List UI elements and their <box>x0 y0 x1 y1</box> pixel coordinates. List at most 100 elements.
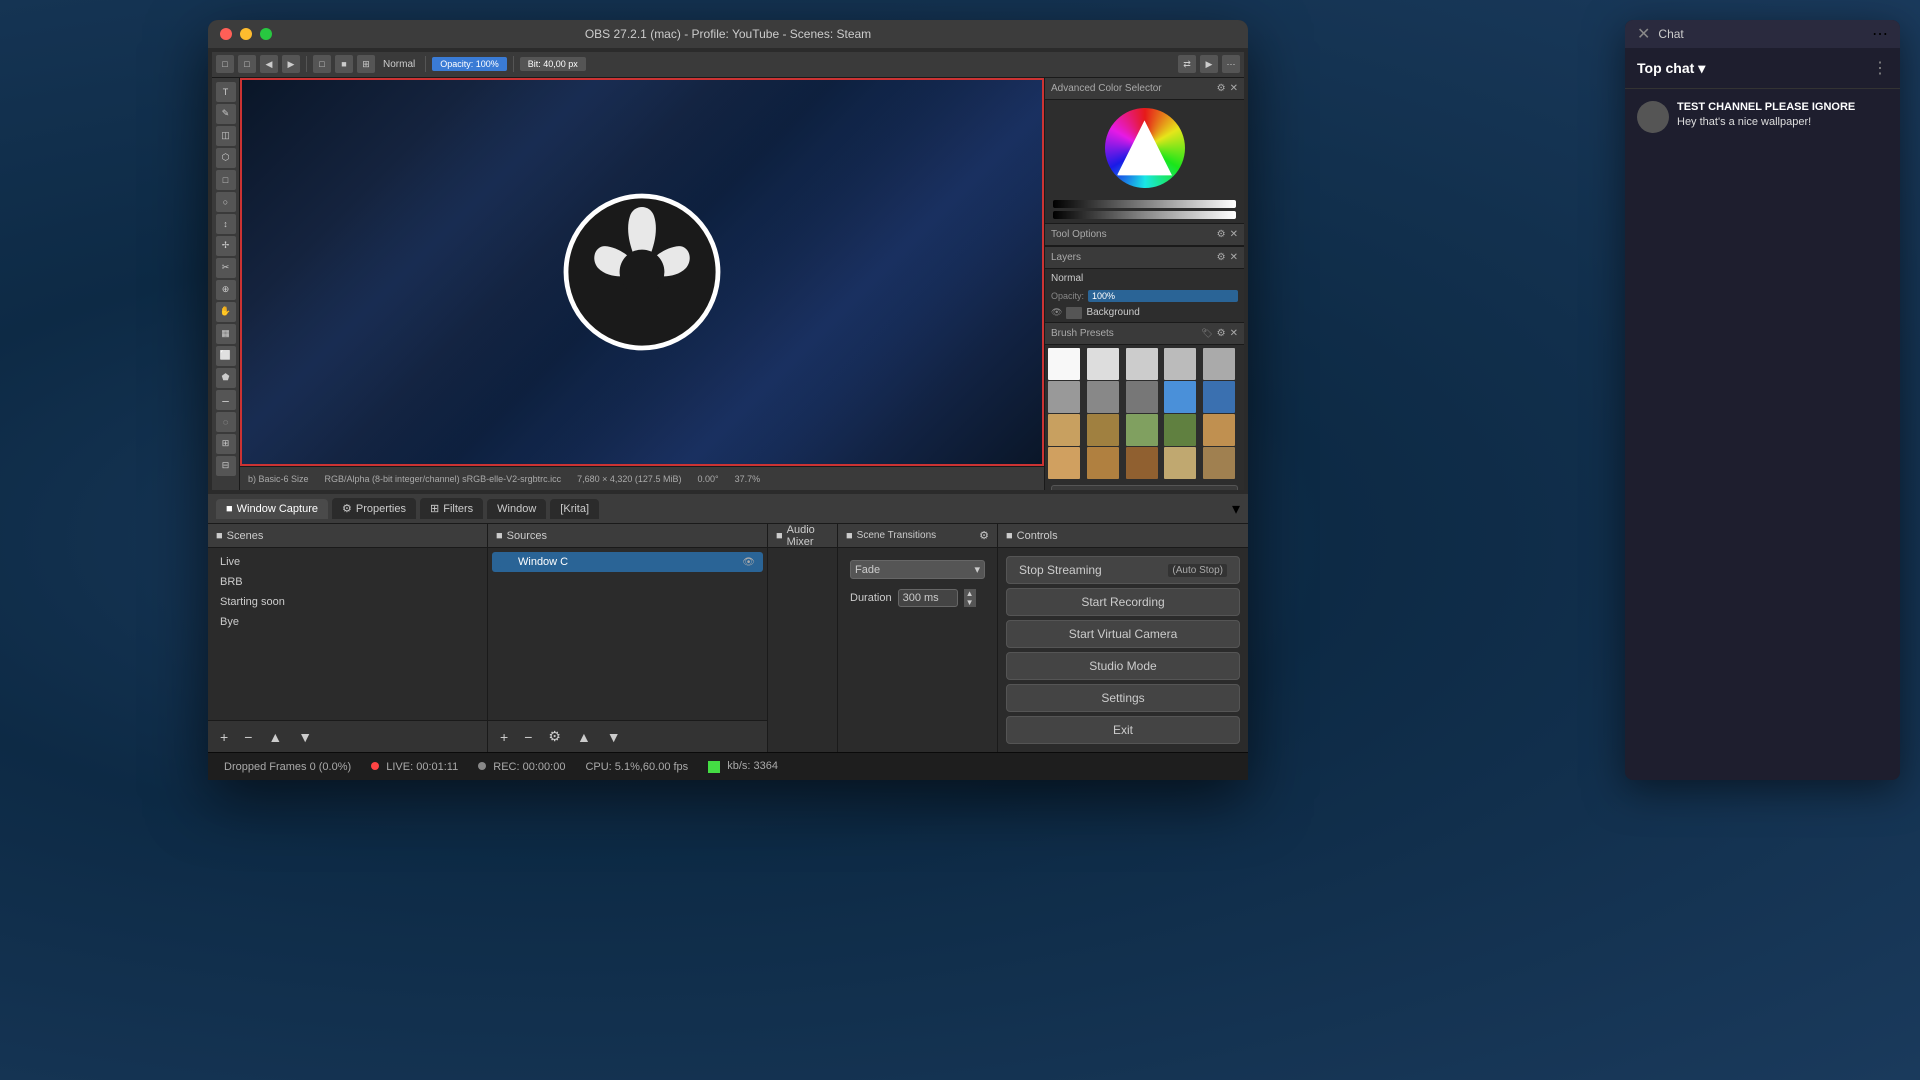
tab-window-capture[interactable]: ■ Window Capture <box>216 499 328 519</box>
remove-source-btn[interactable]: − <box>520 727 536 747</box>
brush-item-12[interactable] <box>1087 414 1119 446</box>
chat-more-icon[interactable]: ⋯ <box>1872 24 1888 44</box>
tool-zoom[interactable]: ⊕ <box>216 280 236 300</box>
brush-item-10[interactable] <box>1203 381 1235 413</box>
toolbar-btn-hist-fwd[interactable]: ▶ <box>282 55 300 73</box>
transition-type-select[interactable]: Fade ▾ <box>850 560 985 579</box>
blend-mode-label[interactable]: Normal <box>379 59 419 70</box>
tool-transform[interactable]: ↕ <box>216 214 236 234</box>
tool-assistant[interactable]: ⊟ <box>216 456 236 476</box>
toolbar-btn-color[interactable]: ⊞ <box>357 55 375 73</box>
brush-item-11[interactable] <box>1048 414 1080 446</box>
toolbar-btn-play[interactable]: ▶ <box>1200 55 1218 73</box>
transitions-settings-btn[interactable]: ⚙ <box>979 529 989 542</box>
brush-item-20[interactable] <box>1203 447 1235 479</box>
tool-shape-rect[interactable]: ⬜ <box>216 346 236 366</box>
brush-item-17[interactable] <box>1087 447 1119 479</box>
saturation-slider[interactable] <box>1053 211 1236 219</box>
minimize-button[interactable] <box>240 28 252 40</box>
tool-move[interactable]: ✢ <box>216 236 236 256</box>
tool-opts-close-icon[interactable]: ✕ <box>1230 229 1238 240</box>
tool-shape-ellipse[interactable]: ⬟ <box>216 368 236 388</box>
brush-settings-icon[interactable]: ⚙ <box>1217 328 1226 339</box>
close-button[interactable] <box>220 28 232 40</box>
source-settings-btn[interactable]: ⚙ <box>544 726 565 747</box>
exit-button[interactable]: Exit <box>1006 716 1240 744</box>
tab-filters[interactable]: ⊞ Filters <box>420 498 483 519</box>
move-source-down-btn[interactable]: ▼ <box>603 727 625 747</box>
brush-search-input[interactable]: Search <box>1051 485 1238 490</box>
tool-path[interactable]: ⚊ <box>216 390 236 410</box>
toolbar-btn-redo[interactable]: □ <box>238 55 256 73</box>
brush-item-5[interactable] <box>1203 348 1235 380</box>
tab-window[interactable]: Window <box>487 499 546 519</box>
chat-selector[interactable]: Top chat ▾ <box>1637 60 1705 77</box>
source-eye-icon[interactable]: 👁 <box>742 557 755 568</box>
brush-item-18[interactable] <box>1126 447 1158 479</box>
brush-item-9[interactable] <box>1164 381 1196 413</box>
move-scene-down-btn[interactable]: ▼ <box>294 727 316 747</box>
layers-settings-icon[interactable]: ⚙ <box>1217 252 1226 263</box>
brush-item-13[interactable] <box>1126 414 1158 446</box>
brush-item-4[interactable] <box>1164 348 1196 380</box>
tool-bezier[interactable]: ◌ <box>216 412 236 432</box>
brush-item-1[interactable] <box>1048 348 1080 380</box>
tool-opts-settings-icon[interactable]: ⚙ <box>1217 229 1226 240</box>
tool-paint[interactable]: ✎ <box>216 104 236 124</box>
source-window-capture[interactable]: Window C 👁 <box>492 552 763 572</box>
tab-collapse-btn[interactable]: ▾ <box>1232 499 1240 519</box>
toolbar-btn-rect[interactable]: □ <box>313 55 331 73</box>
start-recording-button[interactable]: Start Recording <box>1006 588 1240 616</box>
move-scene-up-btn[interactable]: ▲ <box>264 727 286 747</box>
tool-multibrush[interactable]: ⊞ <box>216 434 236 454</box>
color-wheel[interactable] <box>1105 108 1185 188</box>
remove-scene-btn[interactable]: − <box>240 727 256 747</box>
brush-close-icon[interactable]: ✕ <box>1230 328 1238 339</box>
toolbar-btn-hist-back[interactable]: ◀ <box>260 55 278 73</box>
opacity-bar[interactable]: 100% <box>1088 290 1238 302</box>
scene-bye[interactable]: Bye <box>212 612 483 632</box>
tool-text[interactable]: T <box>216 82 236 102</box>
chat-window-close-icon[interactable]: ✕ <box>1637 24 1650 44</box>
move-source-up-btn[interactable]: ▲ <box>573 727 595 747</box>
layer-name[interactable]: Background <box>1086 307 1139 318</box>
chat-options-icon[interactable]: ⋮ <box>1872 58 1888 78</box>
add-scene-btn[interactable]: + <box>216 727 232 747</box>
toolbar-btn-undo[interactable]: □ <box>216 55 234 73</box>
duration-input[interactable] <box>898 589 958 607</box>
scene-live[interactable]: Live <box>212 552 483 572</box>
scene-starting-soon[interactable]: Starting soon <box>212 592 483 612</box>
tool-pan[interactable]: ✋ <box>216 302 236 322</box>
duration-down-btn[interactable]: ▼ <box>964 598 976 607</box>
brush-item-6[interactable] <box>1048 381 1080 413</box>
stop-streaming-button[interactable]: Stop Streaming (Auto Stop) <box>1006 556 1240 584</box>
studio-mode-button[interactable]: Studio Mode <box>1006 652 1240 680</box>
tool-select-rect[interactable]: □ <box>216 170 236 190</box>
brush-item-2[interactable] <box>1087 348 1119 380</box>
maximize-button[interactable] <box>260 28 272 40</box>
toolbar-btn-mirror[interactable]: ⇄ <box>1178 55 1196 73</box>
brush-item-7[interactable] <box>1087 381 1119 413</box>
brush-item-8[interactable] <box>1126 381 1158 413</box>
color-panel-close-icon[interactable]: ✕ <box>1230 83 1238 94</box>
layers-close-icon[interactable]: ✕ <box>1230 252 1238 263</box>
brush-item-19[interactable] <box>1164 447 1196 479</box>
tool-crop[interactable]: ✂ <box>216 258 236 278</box>
color-panel-settings-icon[interactable]: ⚙ <box>1217 83 1226 94</box>
duration-up-btn[interactable]: ▲ <box>964 589 976 598</box>
add-source-btn[interactable]: + <box>496 727 512 747</box>
brush-item-16[interactable] <box>1048 447 1080 479</box>
luminance-slider[interactable] <box>1053 200 1236 208</box>
tab-krita[interactable]: [Krita] <box>550 499 599 519</box>
tool-gradient[interactable]: ▦ <box>216 324 236 344</box>
tab-properties[interactable]: ⚙ Properties <box>332 498 416 519</box>
tool-fill[interactable]: ⬡ <box>216 148 236 168</box>
blend-mode-value[interactable]: Normal <box>1051 273 1083 284</box>
brush-item-15[interactable] <box>1203 414 1235 446</box>
brush-item-14[interactable] <box>1164 414 1196 446</box>
settings-button[interactable]: Settings <box>1006 684 1240 712</box>
start-virtual-camera-button[interactable]: Start Virtual Camera <box>1006 620 1240 648</box>
krita-canvas[interactable] <box>240 78 1044 466</box>
toolbar-btn-fill[interactable]: ■ <box>335 55 353 73</box>
tool-erase[interactable]: ◫ <box>216 126 236 146</box>
